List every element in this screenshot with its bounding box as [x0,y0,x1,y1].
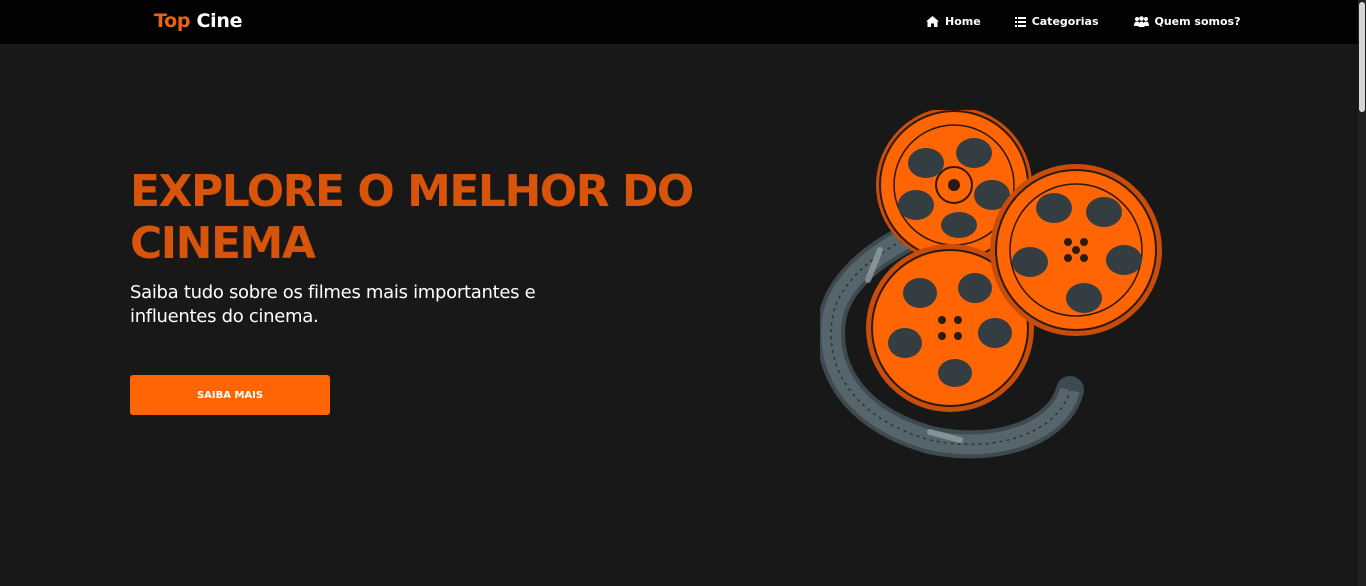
page-scrollbar[interactable] [1358,0,1366,586]
nav-home-link[interactable]: Home [926,15,981,28]
logo-top: Top [154,10,191,32]
navbar: Top Cine Home Categorias Quem somos? [0,0,1358,44]
nav-home-label: Home [945,15,981,28]
nav-quem-somos-label: Quem somos? [1154,15,1241,28]
site-logo[interactable]: Top Cine [154,10,243,32]
list-icon [1014,16,1026,27]
scrollbar-thumb[interactable] [1359,2,1365,112]
film-reels-icon [820,110,1162,459]
nav-categorias-label: Categorias [1031,15,1099,28]
users-icon [1133,16,1149,27]
nav-categorias-link[interactable]: Categorias [1014,15,1099,28]
saiba-mais-button[interactable]: SAIBA MAIS [130,375,330,415]
hero-subtitle: Saiba tudo sobre os filmes mais importan… [130,282,536,327]
home-icon [926,16,939,27]
logo-cine: Cine [196,10,243,32]
nav-quem-somos-link[interactable]: Quem somos? [1133,15,1241,28]
nav-links: Home Categorias Quem somos? [926,15,1241,28]
hero-title: EXPLORE O MELHOR DO CINEMA [130,166,694,269]
